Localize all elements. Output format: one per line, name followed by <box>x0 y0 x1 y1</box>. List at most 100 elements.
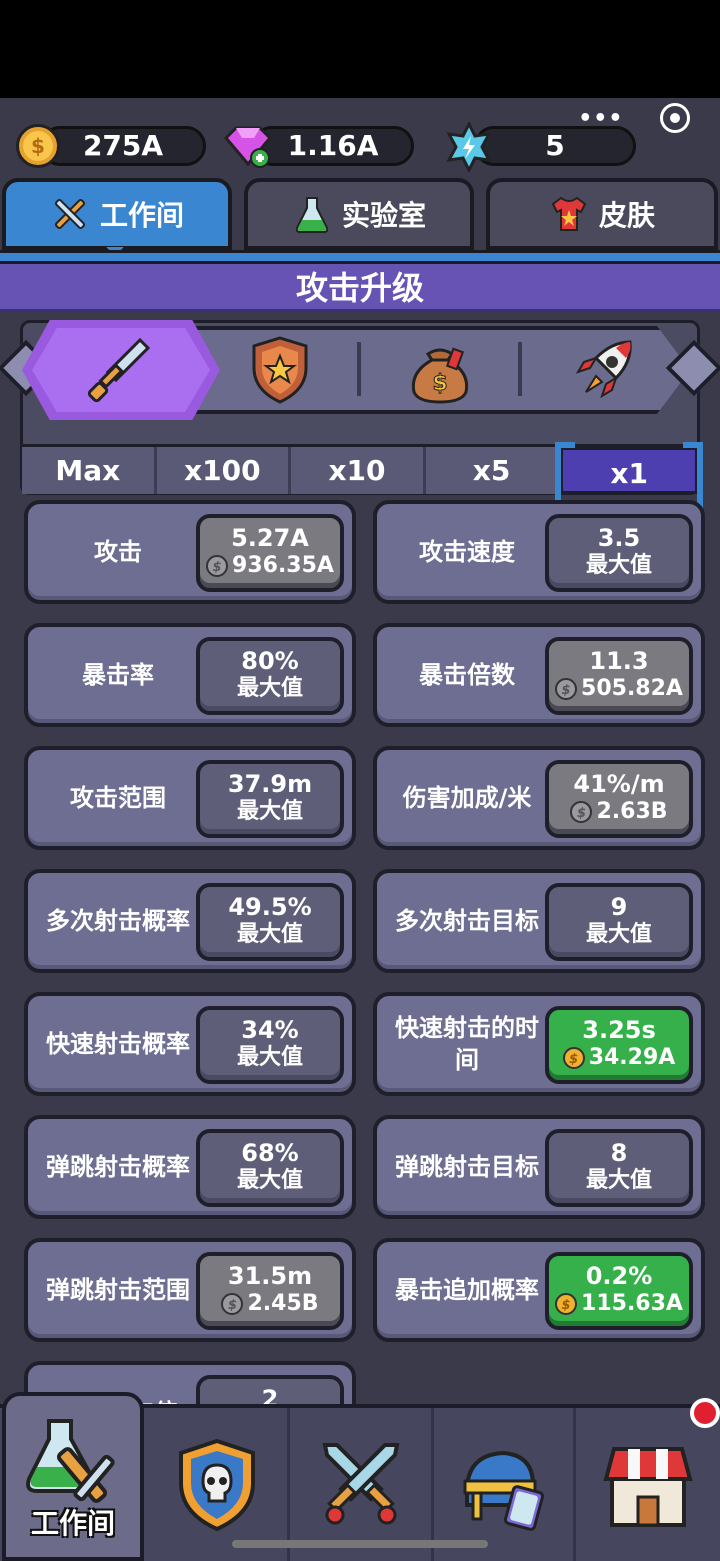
gem-counter: 1.16A <box>252 126 414 166</box>
tab-label: 工作间 <box>99 199 184 232</box>
multiplier-x10[interactable]: x10 <box>291 447 426 494</box>
tab-skins[interactable]: 皮肤 <box>486 178 718 250</box>
stat-label: 弹跳射击范围 <box>46 1276 190 1304</box>
stat-value: 5.27A <box>231 524 309 552</box>
coin-icon <box>562 1046 585 1074</box>
gem-plus-icon[interactable] <box>222 124 274 168</box>
upgrade-button[interactable]: 11.3 505.82A <box>545 637 693 715</box>
coin-icon <box>555 677 578 705</box>
nav-shop[interactable] <box>576 1408 720 1561</box>
stat-value: 11.3 <box>589 647 649 675</box>
rocket-icon[interactable] <box>566 332 642 408</box>
tab-workshop[interactable]: 工作间 <box>2 178 232 250</box>
notification-dot <box>690 1398 720 1428</box>
shop-icon <box>603 1446 693 1527</box>
status-bar-area <box>0 0 720 98</box>
stat-card-rapidfire-duration: 快速射击的时间 3.25s 34.29A <box>373 992 705 1096</box>
stat-label: 攻击 <box>94 538 142 566</box>
stat-label: 快速射击的时间 <box>395 1014 539 1074</box>
coin-icon <box>570 800 593 828</box>
stat-label: 多次射击目标 <box>395 907 539 935</box>
upgrade-button[interactable]: 9 最大值 <box>545 883 693 961</box>
upgrade-cost: 936.35A <box>232 553 334 578</box>
upgrade-button[interactable]: 5.27A 936.35A <box>196 514 344 592</box>
stat-value: 34% <box>241 1016 299 1044</box>
coin-icon <box>206 554 229 582</box>
max-label: 最大值 <box>236 922 303 947</box>
upgrade-button[interactable]: 3.5 最大值 <box>545 514 693 592</box>
tab-label: 皮肤 <box>598 199 655 232</box>
category-divider <box>518 342 522 396</box>
multiplier-x5[interactable]: x5 <box>425 447 561 494</box>
multiplier-x100[interactable]: x100 <box>156 447 292 494</box>
stat-value: 49.5% <box>228 893 312 921</box>
upgrade-cost: 34.29A <box>588 1045 676 1070</box>
nav-heroes[interactable] <box>432 1408 576 1561</box>
upgrade-button[interactable]: 31.5m 2.45B <box>196 1252 344 1330</box>
stat-card-crit-bonus-chance: 暴击追加概率 0.2% 115.63A <box>373 1238 705 1342</box>
upgrade-button[interactable]: 68% 最大值 <box>196 1129 344 1207</box>
upgrade-button[interactable]: 3.25s 34.29A <box>545 1006 693 1084</box>
coin-counter: 275A <box>40 126 206 166</box>
max-label: 最大值 <box>236 1045 303 1070</box>
stat-value: 41%/m <box>573 770 665 798</box>
stat-label: 伤害加成/米 <box>402 784 532 812</box>
max-label: 最大值 <box>236 1168 303 1193</box>
upgrade-cost: 2.45B <box>247 1291 319 1316</box>
stat-value: 37.9m <box>227 770 313 798</box>
category-divider <box>357 342 361 396</box>
stat-label: 攻击速度 <box>419 538 515 566</box>
helmet-cards-icon <box>463 1450 544 1531</box>
upgrade-cost: 2.63B <box>596 799 668 824</box>
multiplier-x1[interactable]: x1 <box>555 442 703 512</box>
stat-card-attack-speed: 攻击速度 3.5 最大值 <box>373 500 705 604</box>
crossed-swords-icon <box>322 1442 399 1524</box>
upgrade-button[interactable]: 80% 最大值 <box>196 637 344 715</box>
coin-icon: $ <box>16 124 60 168</box>
upgrade-button[interactable]: 37.9m 最大值 <box>196 760 344 838</box>
stat-value: 0.2% <box>585 1262 653 1290</box>
stat-value: 31.5m <box>227 1262 313 1290</box>
energy-value: 5 <box>545 129 565 162</box>
tab-underline <box>0 250 720 264</box>
stat-label: 暴击率 <box>82 661 154 689</box>
shield-icon[interactable] <box>242 332 318 408</box>
multiplier-selector: Max x100 x10 x5 x1 <box>22 442 703 512</box>
sword-icon[interactable] <box>80 332 156 408</box>
close-target-icon[interactable] <box>659 103 690 133</box>
stat-card-crit-rate: 暴击率 80% 最大值 <box>24 623 356 727</box>
coin-icon <box>555 1292 578 1320</box>
money-bag-icon[interactable]: $ <box>402 332 478 408</box>
stat-value: 3.5 <box>597 524 641 552</box>
stat-card-multishot-chance: 多次射击概率 49.5% 最大值 <box>24 869 356 973</box>
shirt-icon <box>551 196 587 231</box>
stat-value: 68% <box>241 1139 299 1167</box>
stat-label: 多次射击概率 <box>46 907 190 935</box>
stat-card-rapidfire-chance: 快速射击概率 34% 最大值 <box>24 992 356 1096</box>
stat-card-bounce-chance: 弹跳射击概率 68% 最大值 <box>24 1115 356 1219</box>
upgrade-button[interactable]: 0.2% 115.63A <box>545 1252 693 1330</box>
skull-shield-icon <box>178 1438 255 1531</box>
max-label: 最大值 <box>236 676 303 701</box>
stat-label: 弹跳射击概率 <box>46 1153 190 1181</box>
tools-icon <box>54 198 86 230</box>
upgrade-cost: 115.63A <box>581 1291 683 1316</box>
section-title: 攻击升级 <box>0 264 720 312</box>
upgrade-button[interactable]: 8 最大值 <box>545 1129 693 1207</box>
coin-value: 275A <box>82 129 164 162</box>
tab-lab[interactable]: 实验室 <box>244 178 474 250</box>
nav-guild[interactable] <box>146 1408 290 1561</box>
nav-battle[interactable] <box>290 1408 434 1561</box>
gem-value: 1.16A <box>287 129 379 162</box>
max-label: 最大值 <box>585 553 652 578</box>
home-indicator <box>232 1540 488 1548</box>
stat-value: 9 <box>610 893 628 921</box>
upgrade-button[interactable]: 34% 最大值 <box>196 1006 344 1084</box>
multiplier-max[interactable]: Max <box>22 447 157 494</box>
upgrade-button[interactable]: 49.5% 最大值 <box>196 883 344 961</box>
upgrade-button[interactable]: 41%/m 2.63B <box>545 760 693 838</box>
lightning-star-icon <box>446 122 492 172</box>
stat-card-attack: 攻击 5.27A 936.35A <box>24 500 356 604</box>
stat-card-bounce-range: 弹跳射击范围 31.5m 2.45B <box>24 1238 356 1342</box>
stat-label: 暴击倍数 <box>419 661 515 689</box>
